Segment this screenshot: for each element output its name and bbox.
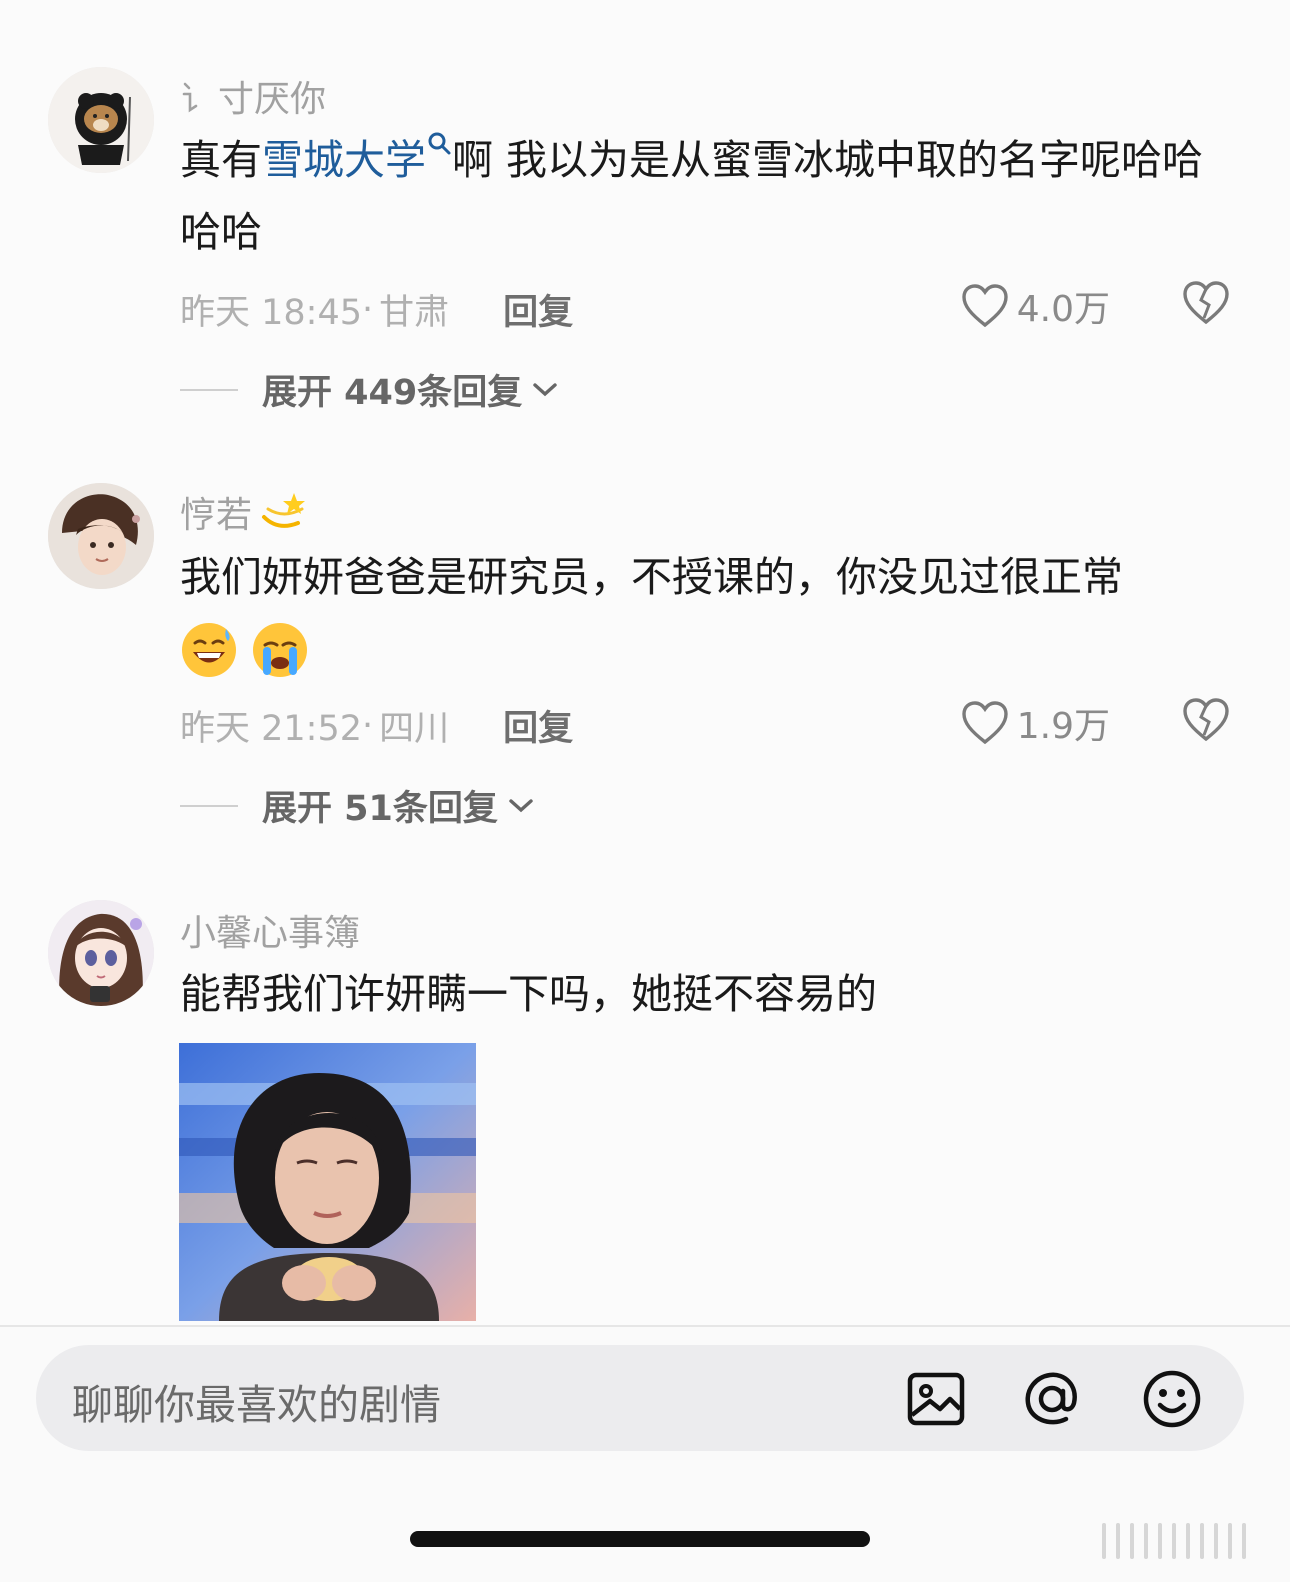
pen-icon (182, 82, 198, 113)
username[interactable]: 小馨心事簿 (180, 904, 360, 956)
like-button[interactable]: 4.0万 (961, 280, 1110, 332)
emoji-icon[interactable] (1142, 1369, 1202, 1429)
broken-heart-icon (1183, 698, 1229, 742)
location: 四川 (379, 709, 450, 749)
divider-dash (180, 804, 238, 807)
username-text: 小馨心事簿 (180, 913, 361, 954)
search-link[interactable]: 雪城大学 (262, 132, 452, 184)
location: 甘肃 (379, 293, 450, 333)
comment-meta: 昨天 18:45 · 甘肃 回复 (180, 284, 573, 335)
dislike-button[interactable] (1182, 697, 1230, 747)
divider-dash (180, 388, 238, 391)
dislike-button[interactable] (1182, 280, 1230, 330)
timestamp: 昨天 18:45 (180, 293, 362, 333)
crying-emoji (253, 623, 308, 677)
reply-button[interactable]: 回复 (503, 284, 573, 335)
emoji-row (180, 621, 317, 679)
watermark-icon (1102, 1523, 1246, 1559)
at-icon[interactable] (1022, 1369, 1082, 1429)
reply-button[interactable]: 回复 (503, 700, 573, 751)
avatar[interactable] (48, 67, 154, 173)
comment-composer: 聊聊你最喜欢的剧情 (0, 1325, 1290, 1582)
expand-replies-button[interactable]: 展开 449条回复 (180, 364, 558, 415)
heart-icon (962, 284, 1008, 328)
expand-replies-button[interactable]: 展开 51条回复 (180, 780, 534, 831)
chevron-down-icon (533, 382, 557, 396)
image-icon[interactable] (906, 1369, 966, 1429)
comment-text: 能帮我们许妍瞒一下吗，她挺不容易的 (180, 970, 877, 1018)
grinning-sweat-emoji (182, 623, 236, 677)
avatar[interactable] (48, 900, 154, 1006)
like-count: 4.0万 (1016, 289, 1110, 330)
search-icon (428, 132, 451, 155)
comment-image[interactable] (179, 1043, 476, 1321)
broken-heart-icon (1183, 281, 1229, 325)
username[interactable]: 悙若 (180, 486, 308, 538)
avatar[interactable] (48, 483, 154, 589)
username-text: 寸厌你 (218, 79, 327, 120)
like-button[interactable]: 1.9万 (961, 697, 1110, 749)
username-text: 悙若 (180, 495, 253, 536)
dizzy-star-emoji (262, 493, 306, 528)
home-indicator[interactable] (410, 1531, 870, 1547)
heart-icon (962, 701, 1008, 745)
comment-input[interactable]: 聊聊你最喜欢的剧情 (36, 1345, 1244, 1451)
chevron-down-icon (509, 798, 533, 812)
comment-meta: 昨天 21:52 · 四川 回复 (180, 700, 573, 751)
input-placeholder: 聊聊你最喜欢的剧情 (72, 1381, 441, 1429)
comment-text: 真有雪城大学啊 我以为是从蜜雪冰城中取的名字呢哈哈哈哈 (180, 124, 1240, 268)
gif-woman-eating (179, 1043, 476, 1321)
username[interactable]: 寸厌你 (180, 70, 326, 122)
timestamp: 昨天 21:52 (180, 709, 362, 749)
like-count: 1.9万 (1016, 706, 1110, 747)
comment-text: 我们妍妍爸爸是研究员，不授课的，你没见过很正常 (180, 553, 1123, 601)
